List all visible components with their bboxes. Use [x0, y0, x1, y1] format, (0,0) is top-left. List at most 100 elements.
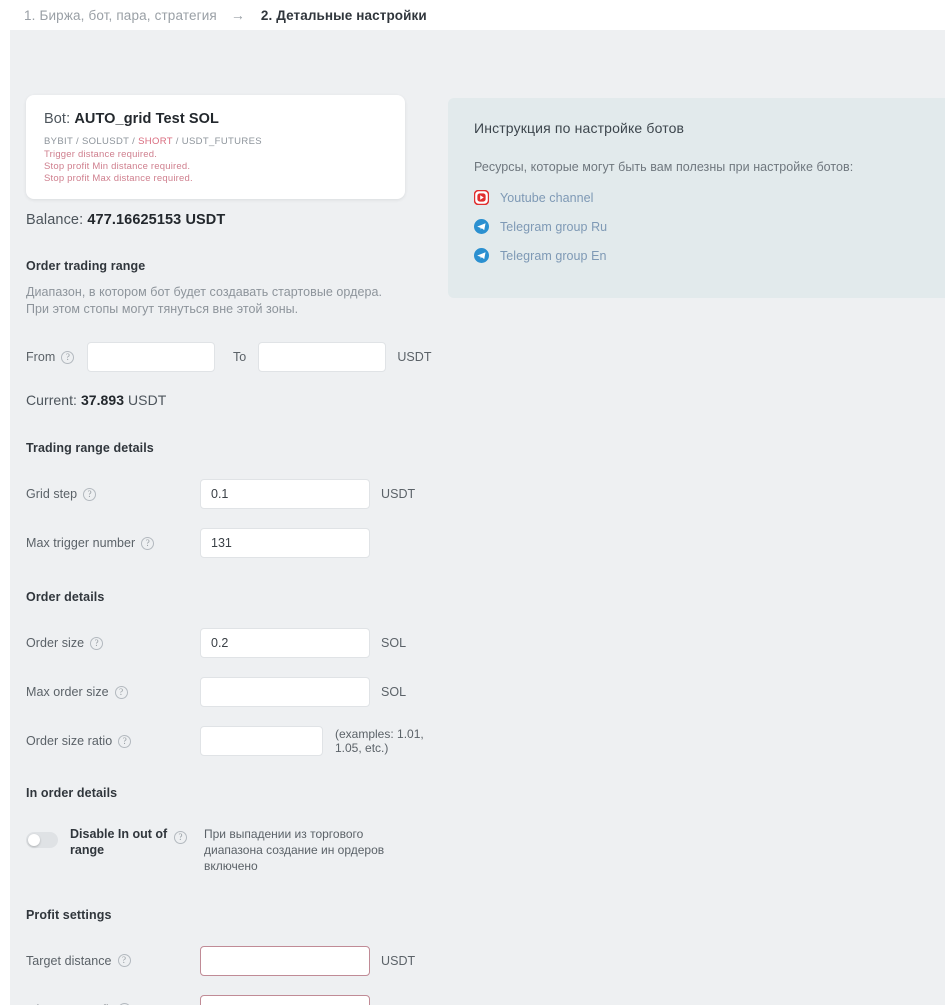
help-icon[interactable]: ? — [90, 636, 104, 650]
target-distance-row: Target distance ? USDT — [26, 945, 446, 976]
bot-side: SHORT — [138, 136, 173, 147]
target-distance-label: Target distance — [26, 953, 112, 968]
target-distance-label-wrap: Target distance ? — [26, 954, 200, 968]
max-order-size-unit: SOL — [381, 685, 407, 700]
balance-label: Balance: — [26, 212, 84, 229]
target-distance-input[interactable] — [200, 945, 370, 976]
link-label: Telegram group En — [500, 248, 607, 263]
grid-step-label: Grid step — [26, 487, 78, 502]
bot-info-card: Bot: AUTO_grid Test SOL BYBIT / SOLUSDT … — [26, 95, 405, 200]
help-icon[interactable]: ? — [118, 734, 132, 748]
max-order-size-row: Max order size ? SOL — [26, 677, 446, 708]
bot-error-2: Stop profit Min distance required. — [44, 161, 191, 173]
max-trigger-number-row: Max trigger number ? — [26, 528, 446, 559]
help-icon[interactable]: ? — [174, 831, 187, 845]
max-order-size-input[interactable] — [200, 677, 370, 708]
breadcrumb-step-2[interactable]: 2. Детальные настройки — [261, 8, 427, 23]
from-label-wrap: From ? — [26, 350, 78, 364]
max-trigger-label-wrap: Max trigger number ? — [26, 536, 200, 550]
order-size-label: Order size — [26, 636, 85, 651]
bot-error-3: Stop profit Max distance required. — [44, 173, 193, 185]
telegram-icon — [474, 219, 489, 234]
disable-in-out-of-range-row: Disable In out of range ? При выпадении … — [26, 827, 446, 874]
left-gutter — [0, 30, 10, 1005]
order-size-ratio-input[interactable] — [200, 726, 323, 757]
max-trigger-number-input[interactable] — [200, 528, 370, 559]
bot-name: AUTO_grid Test SOL — [74, 111, 220, 127]
from-input[interactable] — [87, 342, 215, 373]
from-label: From — [26, 350, 56, 365]
info-panel-title: Инструкция по настройке ботов — [474, 120, 685, 136]
toggle-knob — [28, 834, 40, 847]
section-title-trading-range-details: Trading range details — [26, 441, 154, 456]
breadcrumb-arrow-icon: → — [230, 7, 245, 23]
sep-2: / — [129, 136, 139, 147]
otr-desc-line-1: Диапазон, в котором бот будет создавать … — [26, 285, 382, 300]
youtube-icon — [474, 190, 489, 205]
grid-step-row: Grid step ? USDT — [26, 479, 446, 510]
order-size-ratio-hint: (examples: 1.01, 1.05, etc.) — [335, 726, 424, 756]
bot-market: USDT_FUTURES — [181, 136, 262, 147]
link-telegram-group-en[interactable]: Telegram group En — [474, 248, 945, 263]
order-size-ratio-label-wrap: Order size ratio ? — [26, 734, 200, 748]
current-value: 37.893 — [80, 392, 125, 409]
order-size-ratio-row: Order size ratio ? (examples: 1.01, 1.05… — [26, 726, 446, 757]
order-size-unit: SOL — [381, 636, 407, 651]
bot-exchange: BYBIT — [44, 136, 74, 147]
target-distance-unit: USDT — [381, 953, 416, 968]
page-root: 1. Биржа, бот, пара, стратегия → 2. Дета… — [0, 0, 945, 1005]
telegram-icon — [474, 248, 489, 263]
link-label: Telegram group Ru — [500, 219, 608, 234]
from-to-row: From ? To USDT — [26, 342, 446, 373]
order-trading-range-description: Диапазон, в котором бот будет создавать … — [26, 284, 446, 317]
section-title-profit-settings: Profit settings — [26, 907, 112, 922]
help-icon[interactable]: ? — [117, 954, 131, 968]
order-size-label-wrap: Order size ? — [26, 636, 200, 650]
breadcrumb-step-1[interactable]: 1. Биржа, бот, пара, стратегия — [24, 8, 217, 23]
bot-pair-line: BYBIT / SOLUSDT / SHORT / USDT_FUTURES — [44, 136, 387, 147]
help-icon[interactable]: ? — [83, 487, 97, 501]
from-to-unit: USDT — [397, 350, 432, 365]
section-title-in-order-details: In order details — [26, 786, 118, 801]
section-title-order-details: Order details — [26, 590, 105, 605]
section-title-order-trading-range: Order trading range — [26, 259, 146, 274]
link-label: Youtube channel — [500, 190, 594, 205]
disable-in-out-of-range-toggle[interactable] — [26, 832, 58, 849]
bot-error-1: Trigger distance required. — [44, 149, 158, 160]
link-telegram-group-ru[interactable]: Telegram group Ru — [474, 219, 945, 234]
disable-in-out-of-range-label: Disable In out of range — [70, 827, 168, 858]
breadcrumb: 1. Биржа, бот, пара, стратегия → 2. Дета… — [0, 0, 945, 30]
current-label: Current: — [26, 392, 77, 409]
help-icon[interactable]: ? — [114, 685, 128, 699]
bot-label: Bot: — [44, 111, 71, 127]
bot-setup-instructions-panel: Инструкция по настройке ботов Ресурсы, к… — [448, 98, 945, 298]
sep-1: / — [73, 136, 82, 147]
help-icon[interactable]: ? — [61, 350, 75, 364]
current-unit: USDT — [128, 392, 167, 409]
min-stop-profit-input[interactable] — [200, 994, 370, 1005]
otr-desc-line-2: При этом стопы могут тянуться вне этой з… — [26, 301, 299, 316]
sep-3: / — [172, 136, 182, 147]
grid-step-unit: USDT — [381, 487, 416, 502]
max-order-size-label-wrap: Max order size ? — [26, 685, 200, 699]
link-youtube-channel[interactable]: Youtube channel — [474, 190, 945, 205]
to-label: To — [233, 350, 247, 365]
balance-value: 477.16625153 — [87, 212, 182, 229]
current-price-line: Current: 37.893 USDT — [26, 392, 446, 408]
balance-unit: USDT — [185, 212, 226, 229]
settings-form: Bot: AUTO_grid Test SOL BYBIT / SOLUSDT … — [26, 95, 446, 1005]
info-panel-subtitle: Ресурсы, которые могут быть вам полезны … — [474, 160, 854, 174]
bot-title: Bot: AUTO_grid Test SOL — [44, 111, 387, 127]
max-trigger-number-label: Max trigger number — [26, 536, 136, 551]
grid-step-label-wrap: Grid step ? — [26, 487, 200, 501]
to-input[interactable] — [258, 342, 387, 373]
grid-step-input[interactable] — [200, 479, 370, 510]
help-icon[interactable]: ? — [141, 536, 155, 550]
max-order-size-label: Max order size — [26, 685, 109, 700]
balance-line: Balance: 477.16625153 USDT — [26, 212, 446, 228]
min-stop-profit-row: Min. Stop Profit ? USDT — [26, 994, 446, 1005]
in-order-details-description: При выпадении из торгового диапазона соз… — [204, 827, 385, 874]
order-size-ratio-label: Order size ratio — [26, 734, 113, 749]
order-size-row: Order size ? SOL — [26, 628, 446, 659]
order-size-input[interactable] — [200, 628, 370, 659]
